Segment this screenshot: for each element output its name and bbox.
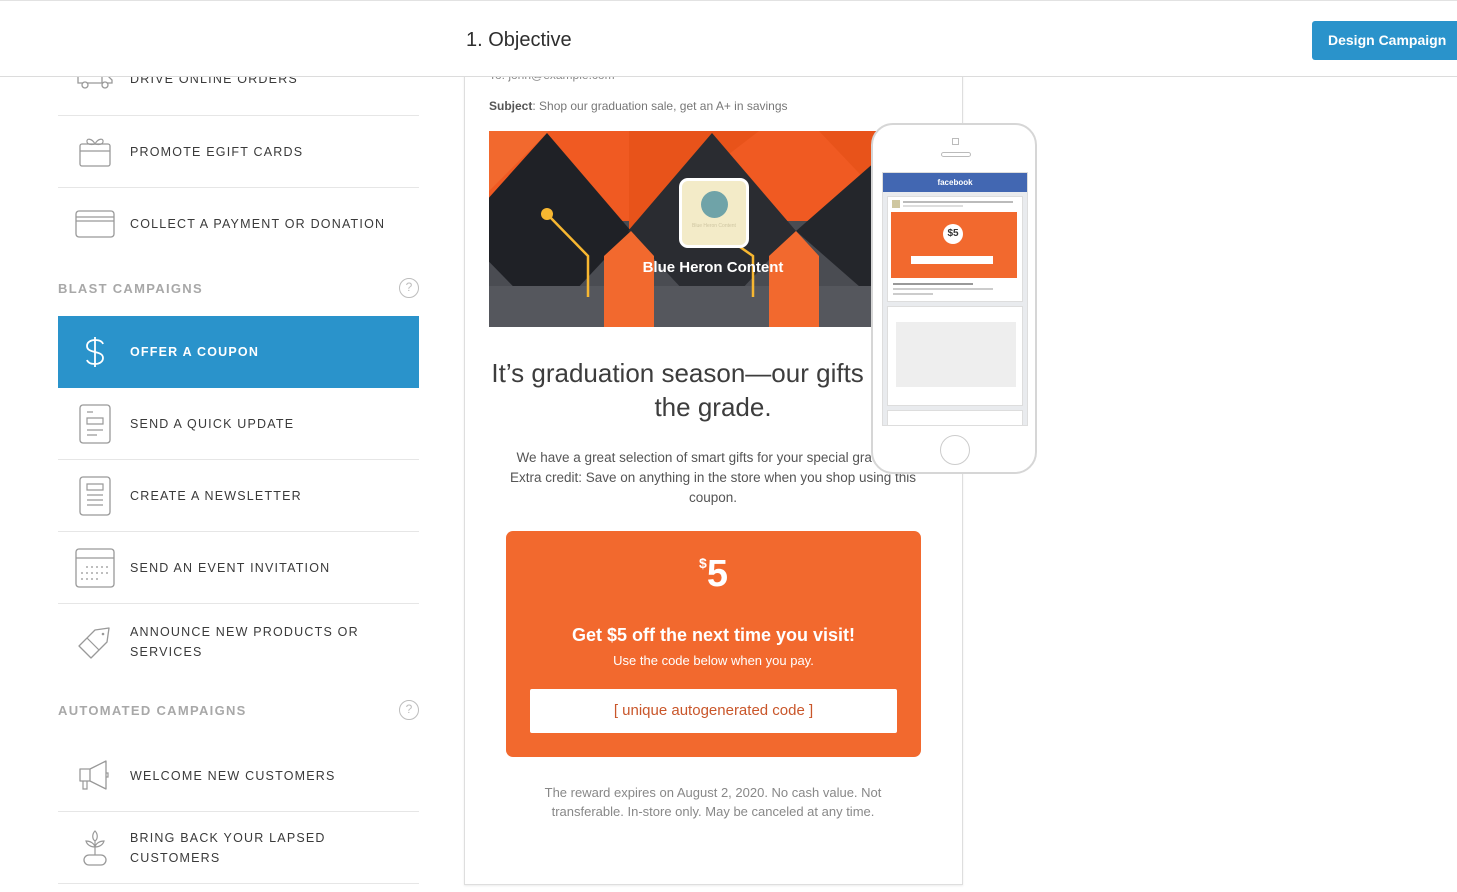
subject-line: Subject: Shop our graduation sale, get a… [489, 99, 788, 113]
email-headline: It’s graduation season—our gifts make th… [491, 358, 935, 422]
sidebar-item-label: OFFER A COUPON [130, 345, 260, 359]
sidebar-item-send-quick-update[interactable]: SEND A QUICK UPDATE [58, 388, 419, 460]
post-header-line [903, 205, 963, 207]
placeholder-post [887, 410, 1023, 425]
post-text-line [893, 283, 973, 285]
plant-icon [74, 827, 116, 869]
coupon-currency: $ [699, 555, 707, 571]
post-text-line [893, 293, 933, 295]
sidebar-item-welcome-new-customers[interactable]: WELCOME NEW CUSTOMERS [58, 740, 419, 812]
coupon-amount: $5 [506, 553, 921, 596]
sidebar-item-announce-products[interactable]: ANNOUNCE NEW PRODUCTS OR SERVICES [58, 604, 419, 680]
automated-campaigns-section: AUTOMATED CAMPAIGNS ? [58, 680, 419, 740]
sidebar-item-label: SEND A QUICK UPDATE [130, 416, 295, 431]
sidebar-item-bring-back-lapsed[interactable]: BRING BACK YOUR LAPSED CUSTOMERS [58, 812, 419, 884]
post-header-line [903, 201, 1013, 203]
sidebar-item-label: SEND AN EVENT INVITATION [130, 560, 331, 575]
sidebar-item-label: COLLECT A PAYMENT OR DONATION [130, 217, 386, 231]
sidebar-item-collect-payment[interactable]: COLLECT A PAYMENT OR DONATION [58, 188, 419, 260]
newsletter-icon [74, 475, 116, 517]
gift-card-icon [74, 131, 116, 173]
email-banner: Blue Heron Content Blue Heron Content [489, 131, 876, 327]
sidebar-item-label: PROMOTE EGIFT CARDS [130, 144, 304, 159]
document-icon [74, 403, 116, 445]
dollar-icon [74, 331, 116, 373]
facebook-post: $5 [887, 196, 1023, 302]
sidebar-item-label: BRING BACK YOUR LAPSED CUSTOMERS [130, 830, 326, 865]
email-body: We have a great selection of smart gifts… [510, 450, 916, 505]
sidebar-item-label: ANNOUNCE NEW PRODUCTS OR SERVICES [130, 625, 359, 659]
coupon-terms: The reward expires on August 2, 2020. No… [544, 785, 882, 819]
facebook-phone-preview: facebook $5 [871, 123, 1037, 474]
credit-card-icon [74, 203, 116, 245]
logo-text: Blue Heron Content [692, 223, 736, 229]
post-coupon-button [911, 256, 993, 264]
design-campaign-button[interactable]: Design Campaign [1312, 21, 1457, 60]
subject-label: Subject [489, 99, 533, 113]
coupon-value: 5 [706, 553, 728, 595]
subject-text: : Shop our graduation sale, get an A+ in… [532, 99, 788, 113]
blast-campaigns-section: BLAST CAMPAIGNS ? [58, 260, 419, 316]
section-title: AUTOMATED CAMPAIGNS [58, 702, 247, 718]
placeholder-post [887, 306, 1023, 406]
phone-screen: facebook $5 [882, 172, 1028, 426]
post-coupon-amount: $5 [943, 224, 963, 244]
tag-icon [74, 621, 116, 663]
megaphone-icon [74, 755, 116, 797]
help-icon[interactable]: ? [399, 278, 419, 298]
phone-speaker [941, 152, 971, 157]
sidebar-item-send-event-invitation[interactable]: SEND AN EVENT INVITATION [58, 532, 419, 604]
business-logo: Blue Heron Content [679, 178, 749, 248]
top-bar: 1. Objective Design Campaign [0, 0, 1457, 77]
coupon-code: [ unique autogenerated code ] [530, 689, 897, 733]
section-title: BLAST CAMPAIGNS [58, 280, 203, 296]
phone-camera [952, 138, 959, 145]
placeholder-image [896, 322, 1016, 387]
sidebar-item-label: CREATE A NEWSLETTER [130, 488, 302, 503]
post-avatar [892, 200, 900, 208]
heron-logo-icon [701, 191, 728, 218]
post-text-line [893, 288, 993, 290]
sidebar-item-offer-a-coupon[interactable]: OFFER A COUPON [58, 316, 419, 388]
help-icon[interactable]: ? [399, 700, 419, 720]
post-coupon-image: $5 [891, 212, 1017, 278]
coupon-instructions: Use the code below when you pay. [613, 653, 814, 668]
sidebar-item-label: WELCOME NEW CUSTOMERS [130, 768, 336, 783]
page-title: 1. Objective [466, 29, 572, 51]
objective-sidebar: DRIVE ONLINE ORDERS PROMOTE EGIFT CARDS … [58, 60, 419, 884]
sidebar-item-create-newsletter[interactable]: CREATE A NEWSLETTER [58, 460, 419, 532]
phone-home-button [940, 435, 970, 465]
coupon-card: $5 Get $5 off the next time you visit! U… [506, 531, 921, 757]
calendar-icon [74, 547, 116, 589]
sidebar-item-promote-egift-cards[interactable]: PROMOTE EGIFT CARDS [58, 116, 419, 188]
facebook-bar: facebook [883, 173, 1027, 192]
coupon-offer: Get $5 off the next time you visit! [571, 625, 856, 645]
banner-business-name: Blue Heron Content [642, 259, 784, 276]
